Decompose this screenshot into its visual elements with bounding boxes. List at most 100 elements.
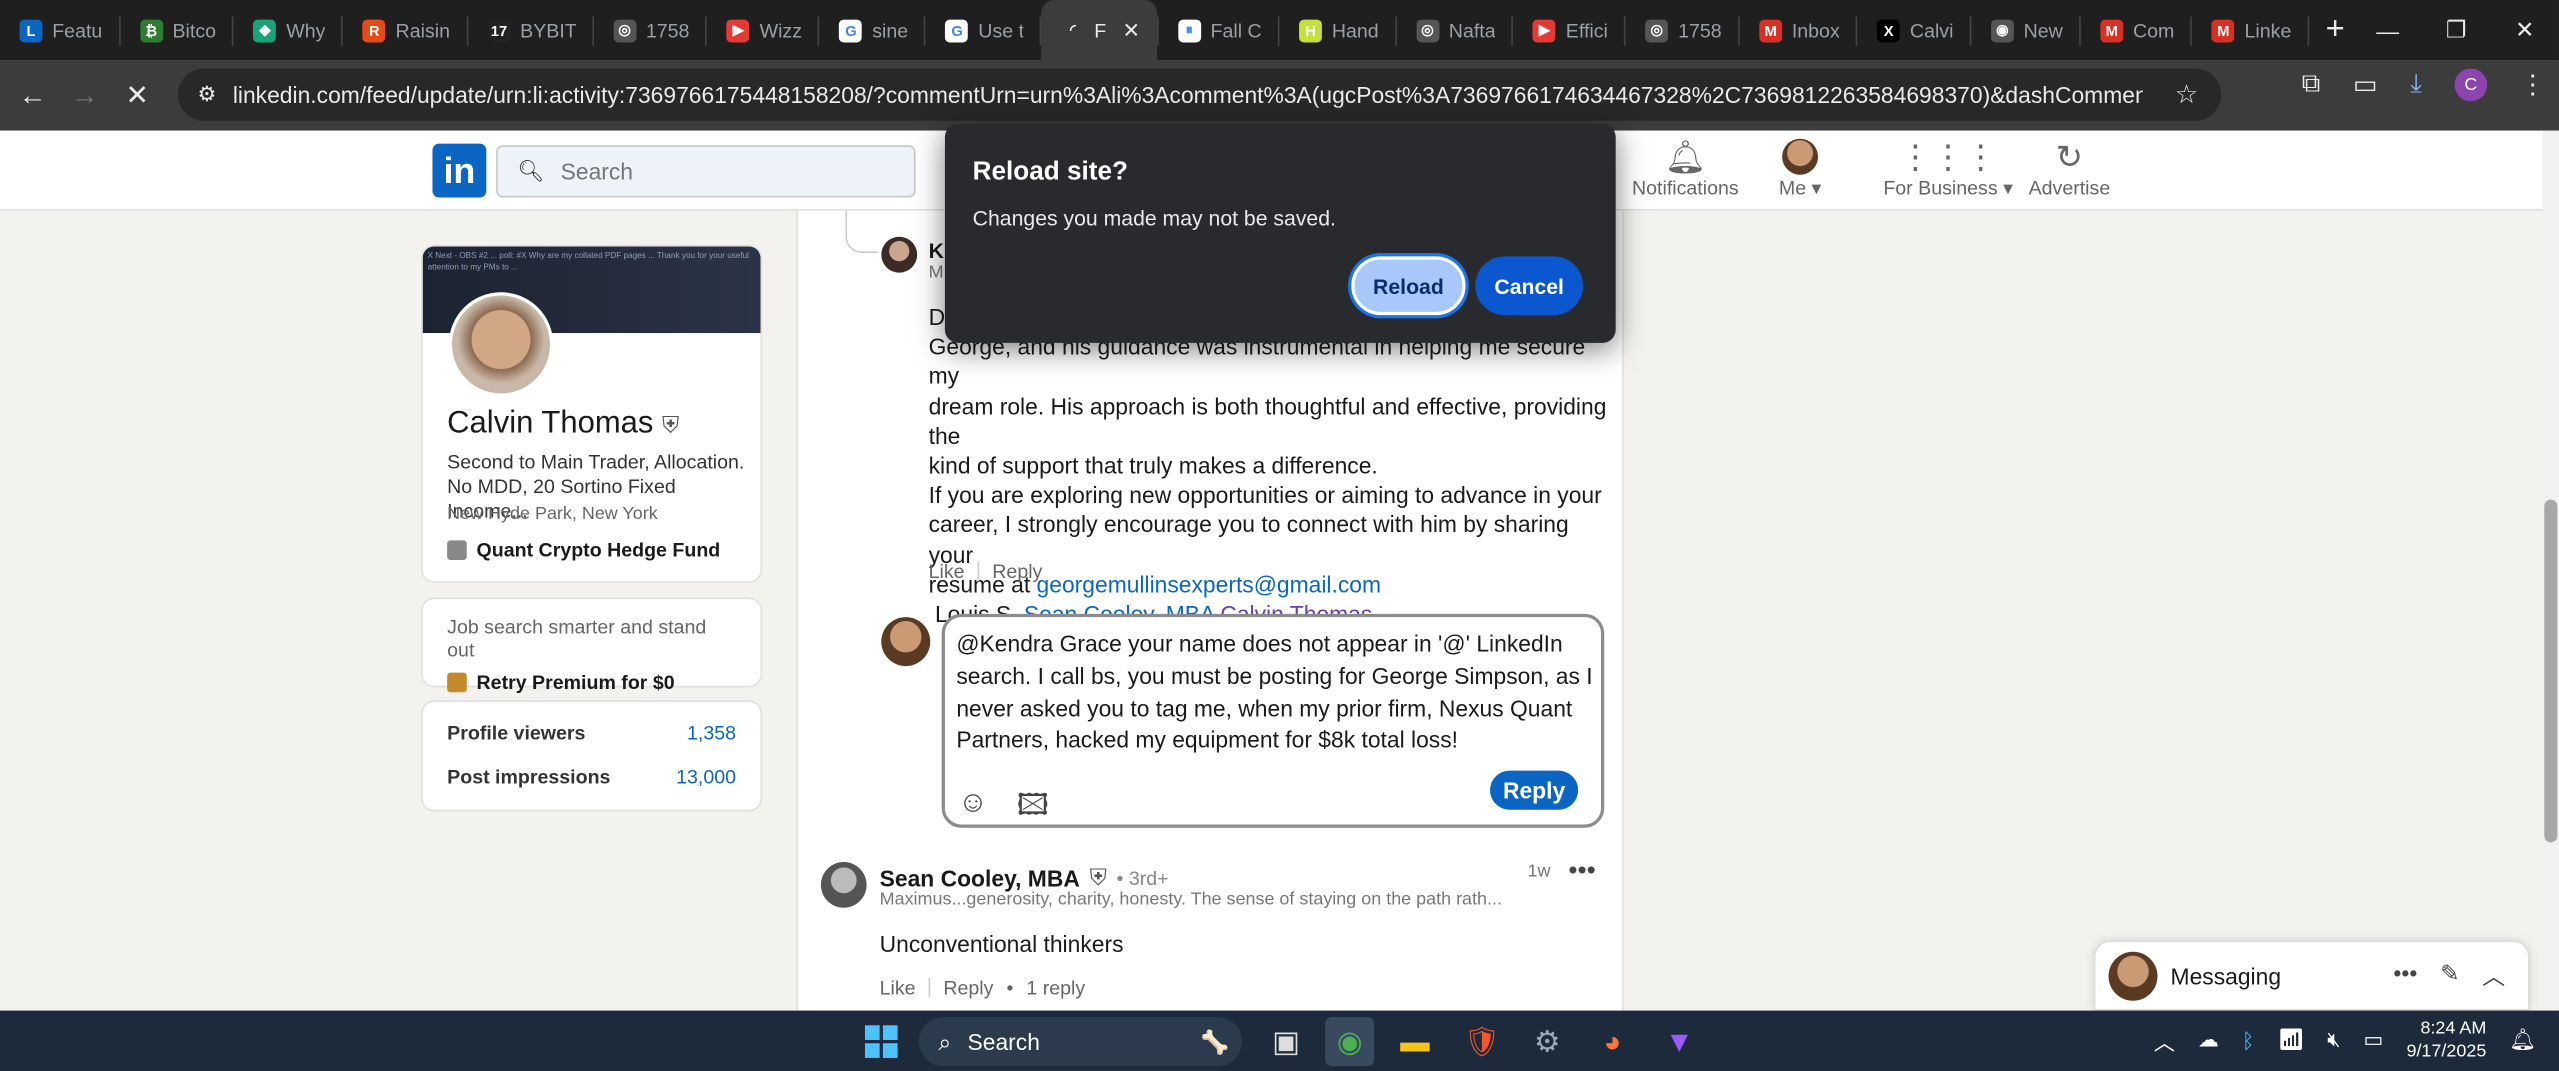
chrome-icon[interactable]: ◉	[1325, 1017, 1375, 1067]
site-info-icon[interactable]: ⚙	[197, 82, 216, 108]
search-input[interactable]	[560, 158, 888, 185]
clock[interactable]: 8:24 AM 9/17/2025	[2406, 1017, 2486, 1063]
minimize-icon[interactable]: —	[2353, 0, 2422, 60]
browser-tab[interactable]: 17 BYBIT	[468, 0, 592, 60]
linkedin-logo[interactable]: in	[432, 143, 487, 198]
reply-submit-button[interactable]: Reply	[1490, 770, 1579, 810]
browser-tab[interactable]: H Hand	[1280, 0, 1395, 60]
brave-icon[interactable]: 🛡︎	[1457, 1017, 1506, 1066]
reply-editor[interactable]: @Kendra Grace your name does not appear …	[941, 613, 1605, 828]
browser-tab[interactable]: ◜ F ✕	[1041, 0, 1157, 61]
profile-photo[interactable]	[448, 292, 554, 397]
browser-tab[interactable]: Gsine	[820, 0, 924, 60]
bluetooth-icon[interactable]: ᛒ	[2242, 1028, 2255, 1052]
extensions-icon[interactable]: ⧉	[2302, 70, 2321, 99]
emoji-icon[interactable]: ☺	[958, 785, 988, 819]
new-tab-icon[interactable]: +	[2326, 11, 2345, 49]
like-button[interactable]: Like	[880, 976, 916, 999]
browser-tab[interactable]: ◆ Why	[234, 0, 342, 60]
reply-text-input[interactable]: @Kendra Grace your name does not appear …	[956, 629, 1592, 758]
browser-tab[interactable]: ◉ New	[1971, 0, 2079, 60]
browser-tab[interactable]: X Calvi	[1858, 0, 1970, 60]
cloud-icon[interactable]: ☁	[2198, 1027, 2219, 1053]
profile-card[interactable]: X Next - OBS #2 ... poll: #X Why are my …	[421, 244, 763, 583]
commenter-avatar[interactable]	[820, 862, 867, 908]
cancel-button[interactable]: Cancel	[1475, 256, 1584, 316]
menu-kebab-icon[interactable]: ⋮	[2520, 69, 2546, 102]
browser-tab[interactable]: ◎ 1758	[1626, 0, 1738, 60]
browser-tab[interactable]: L Featu	[0, 0, 119, 60]
nav-for-business[interactable]: ⋮⋮⋮ For Business ▾	[1883, 137, 2013, 200]
profile-avatar[interactable]: C	[2454, 68, 2488, 102]
back-icon[interactable]: ←	[7, 69, 59, 121]
chevron-up-icon[interactable]: ︿	[2154, 1024, 2175, 1055]
image-icon[interactable]: 🖾	[1017, 785, 1049, 834]
wifi-icon[interactable]: 📶︎	[2278, 1027, 2305, 1053]
browser-tab[interactable]: ₿ Bitco	[120, 0, 232, 60]
browser-tab[interactable]: ◎ Nafta	[1397, 0, 1512, 60]
close-tab-icon[interactable]: ✕	[1123, 17, 1141, 43]
premium-link[interactable]: Retry Premium for $0	[447, 671, 736, 694]
url-text[interactable]: linkedin.com/feed/update/urn:li:activity…	[233, 82, 2142, 108]
battery-icon[interactable]: ▭	[2364, 1027, 2384, 1053]
stop-loading-icon[interactable]: ✕	[111, 69, 163, 121]
comment-timestamp: 1w	[1527, 862, 1551, 882]
browser-tab[interactable]: ◎ 1758	[594, 0, 706, 60]
app-icon[interactable]: ▼	[1655, 1017, 1704, 1066]
profile-name[interactable]: Calvin Thomas ⛨	[447, 407, 679, 443]
commenter-name[interactable]: K	[929, 238, 944, 262]
profile-organization[interactable]: Quant Crypto Hedge Fund	[447, 539, 720, 562]
browser-tab[interactable]: ▶ Wizz	[707, 0, 818, 60]
browser-tab[interactable]: M Linke	[2192, 0, 2307, 60]
commenter-name-text[interactable]: Sean Cooley, MBA	[880, 864, 1080, 890]
tab-title: Wizz	[759, 18, 803, 42]
browser-tab[interactable]: M Com	[2081, 0, 2191, 60]
mute-speaker-icon[interactable]: 🔇︎	[2327, 1027, 2340, 1053]
settings-gear-icon[interactable]: ⚙	[1523, 1017, 1572, 1066]
file-explorer-icon[interactable]: ▬	[1390, 1017, 1439, 1066]
profile-name-text[interactable]: Calvin Thomas	[447, 407, 653, 441]
nav-advertise[interactable]: ↻ Advertise	[2029, 137, 2111, 200]
commenter-name[interactable]: Sean Cooley, MBA ⛨ • 3rd+	[880, 864, 1169, 892]
cast-icon[interactable]: ▭	[2353, 69, 2378, 102]
restore-icon[interactable]: ❐	[2422, 0, 2491, 60]
notification-bell-icon[interactable]: 🔔︎	[2509, 1027, 2536, 1053]
downloads-icon[interactable]: ⤓	[2410, 70, 2422, 99]
compose-icon[interactable]: ✎	[2440, 959, 2459, 992]
email-link[interactable]: georgemullinsexperts@gmail.com	[1037, 571, 1381, 597]
browser-tab[interactable]: G Use t	[926, 0, 1040, 60]
browser-tab[interactable]: R Raisin	[343, 0, 466, 60]
messaging-bar[interactable]: Messaging ••• ✎ ︿	[2093, 940, 2530, 1011]
comment-body: Unconventional thinkers	[879, 930, 1124, 957]
replies-count[interactable]: 1 reply	[1026, 976, 1085, 999]
more-options-icon[interactable]: •••	[1568, 857, 1595, 886]
reload-button[interactable]: Reload	[1351, 256, 1466, 316]
start-button[interactable]	[857, 1017, 906, 1066]
nav-me[interactable]: Me ▾	[1779, 137, 1821, 199]
bookmark-star-icon[interactable]: ☆	[2175, 78, 2198, 111]
address-bar[interactable]: ⚙ linkedin.com/feed/update/urn:li:activi…	[177, 68, 2222, 121]
commenter-avatar[interactable]	[881, 236, 918, 273]
close-window-icon[interactable]: ✕	[2490, 0, 2559, 60]
chevron-up-icon[interactable]: ︿	[2482, 959, 2505, 992]
browser-tab[interactable]: ⏸ Fall C	[1158, 0, 1278, 60]
scrollbar-thumb[interactable]	[2544, 499, 2558, 843]
nav-notifications[interactable]: 🔔︎ Notifications	[1632, 137, 1739, 200]
taskbar-search[interactable]: ⌕ Search 🦴	[918, 1017, 1242, 1067]
browser-tab[interactable]: ▶ Effici	[1514, 0, 1625, 60]
task-view-icon[interactable]: ▣	[1262, 1017, 1311, 1066]
stat-profile-viewers[interactable]: Profile viewers 1,358	[447, 722, 736, 745]
reply-link[interactable]: Reply	[943, 976, 993, 999]
forward-icon[interactable]: →	[59, 69, 111, 121]
firefox-icon[interactable]: ◕	[1588, 1017, 1637, 1066]
like-button[interactable]: Like	[929, 560, 965, 583]
search-box[interactable]: 🔍︎	[496, 145, 916, 198]
browser-tab[interactable]: M Inbox	[1740, 0, 1856, 60]
premium-upsell-card[interactable]: Job search smarter and stand out Retry P…	[421, 597, 763, 694]
page-scrollbar[interactable]	[2542, 130, 2559, 1011]
reply-link[interactable]: Reply	[992, 560, 1042, 583]
more-options-icon[interactable]: •••	[2393, 959, 2417, 992]
my-avatar[interactable]	[881, 617, 931, 667]
stat-post-impressions[interactable]: Post impressions 13,000	[447, 766, 736, 789]
tab-title: F	[1094, 18, 1107, 42]
